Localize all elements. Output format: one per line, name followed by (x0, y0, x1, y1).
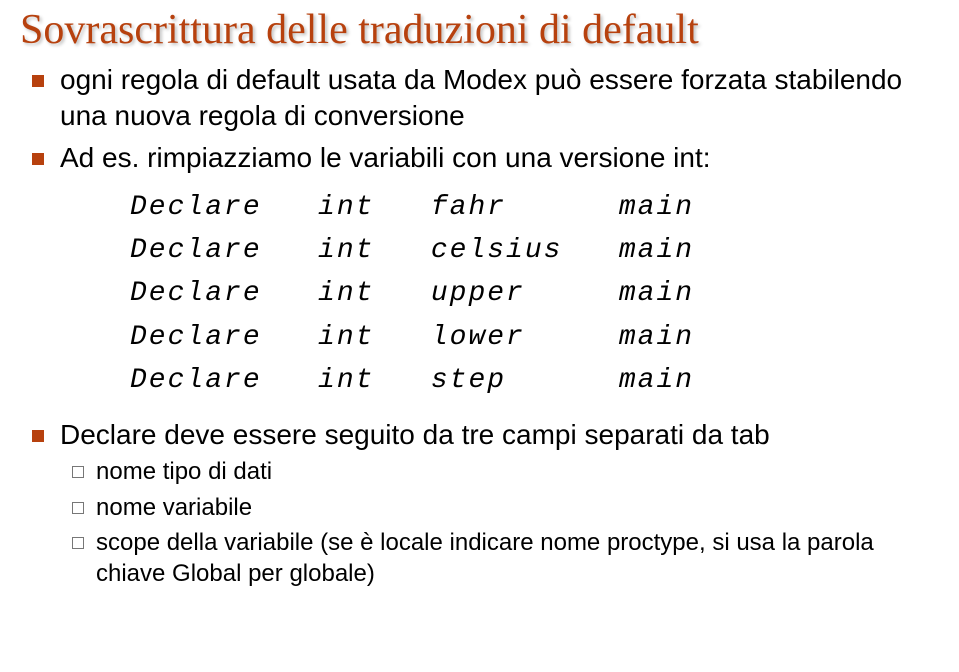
bullet-item: Declare deve essere seguito da tre campi… (26, 417, 939, 590)
bullet-item: Ad es. rimpiazziamo le variabili con una… (26, 140, 939, 176)
page-title: Sovrascrittura delle traduzioni di defau… (20, 8, 939, 52)
code-line: Declare int lower main (130, 316, 939, 359)
code-line: Declare int upper main (130, 272, 939, 315)
sub-item: nome tipo di dati (66, 456, 939, 487)
main-list: ogni regola di default usata da Modex pu… (26, 62, 939, 175)
sub-item: scope della variabile (se è locale indic… (66, 527, 939, 589)
code-line: Declare int celsius main (130, 229, 939, 272)
slide: Sovrascrittura delle traduzioni di defau… (0, 0, 959, 615)
code-block: Declare int fahr main Declare int celsiu… (130, 186, 939, 403)
code-line: Declare int step main (130, 359, 939, 402)
main-list-continued: Declare deve essere seguito da tre campi… (26, 417, 939, 590)
sub-item: nome variabile (66, 492, 939, 523)
sub-list: nome tipo di dati nome variabile scope d… (66, 456, 939, 589)
code-line: Declare int fahr main (130, 186, 939, 229)
bullet-item: ogni regola di default usata da Modex pu… (26, 62, 939, 134)
bullet-text: Declare deve essere seguito da tre campi… (60, 419, 770, 450)
